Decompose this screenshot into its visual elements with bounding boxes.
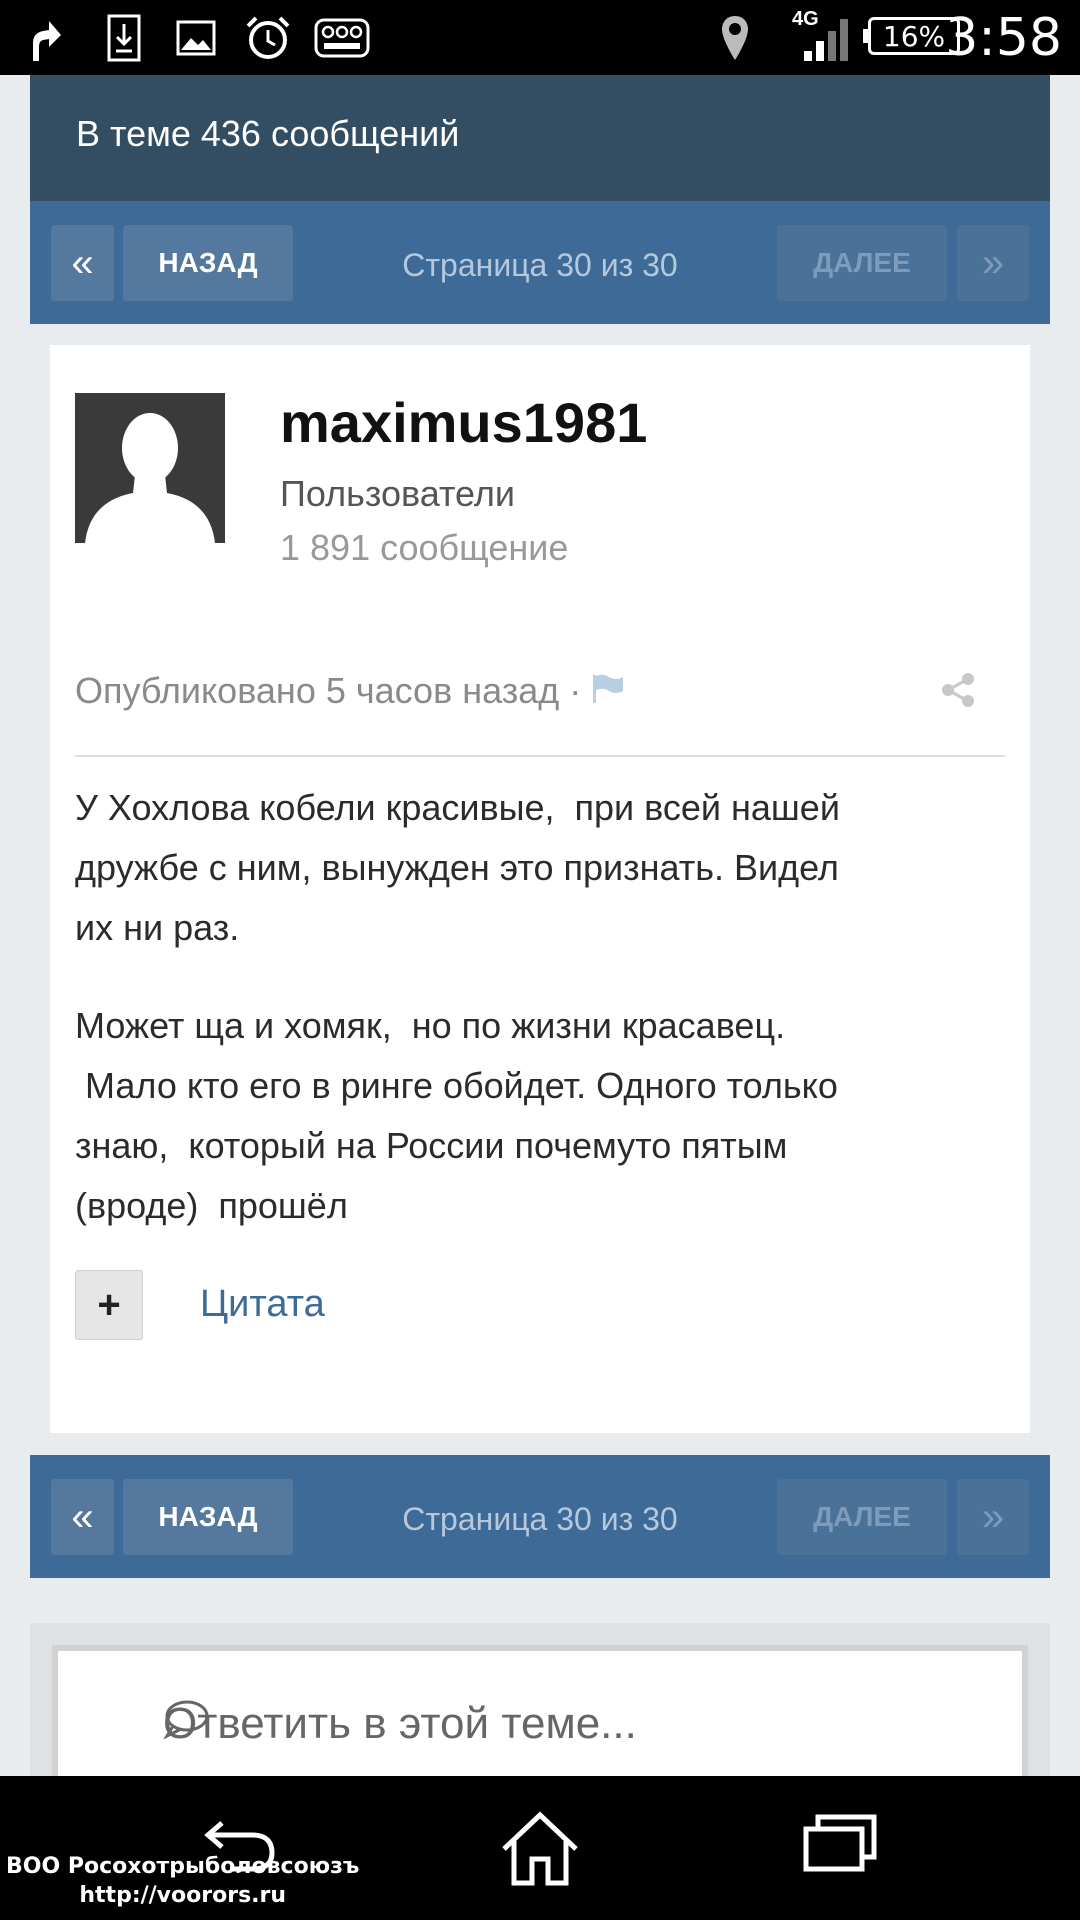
watermark: ВОО Росохотрыболовсоюзъ http://voorors.r… (6, 1852, 359, 1910)
upvote-plus-button[interactable]: + (75, 1270, 143, 1340)
alarm-clock-icon (244, 10, 292, 65)
watermark-name: ВОО Росохотрыболовсоюзъ (6, 1854, 360, 1879)
next-button[interactable]: ДАЛЕЕ (777, 1479, 947, 1555)
recent-apps-icon[interactable] (802, 1811, 878, 1880)
post-date: Опубликовано 5 часов назад · (75, 670, 625, 712)
pager-bottom: « НАЗАД Страница 30 из 30 ДАЛЕЕ » (30, 1455, 1050, 1578)
share-icon[interactable] (940, 672, 976, 713)
post-card: maximus1981 Пользователи 1 891 сообщение… (50, 345, 1030, 1433)
watermark-url: http://voorors.ru (79, 1883, 287, 1908)
user-group: Пользователи (280, 473, 515, 514)
report-flag-icon[interactable] (591, 670, 625, 712)
toy-blast-icon (314, 10, 370, 65)
upload-arrow-icon (28, 10, 64, 65)
image-icon (176, 10, 216, 65)
reply-placeholder: Ответить в этой теме... (163, 1699, 637, 1748)
status-bar: 4G 16% 3:58 (0, 0, 1080, 75)
battery-level: 16% (882, 19, 946, 53)
avatar[interactable] (75, 393, 225, 543)
next-button[interactable]: ДАЛЕЕ (777, 225, 947, 301)
topic-post-count: В теме 436 сообщений (76, 113, 460, 154)
download-file-icon (106, 10, 142, 65)
pager-top: « НАЗАД Страница 30 из 30 ДАЛЕЕ » (30, 201, 1050, 324)
user-post-count: 1 891 сообщение (280, 527, 569, 568)
topic-header: В теме 436 сообщений (30, 75, 1050, 201)
location-pin-icon (720, 10, 750, 65)
quote-link[interactable]: Цитата (200, 1283, 325, 1326)
signal-icon: 4G (790, 8, 850, 65)
home-nav-icon[interactable] (498, 1811, 582, 1892)
last-page-button[interactable]: » (957, 225, 1029, 301)
post-author[interactable]: maximus1981 (280, 390, 647, 455)
post-paragraph-2: Может ща и хомяк, но по жизни красавец. … (75, 1005, 838, 1226)
published-text: Опубликовано 5 часов назад · (75, 670, 582, 711)
network-type: 4G (792, 8, 819, 30)
topic-page: В теме 436 сообщений « НАЗАД Страница 30… (30, 75, 1050, 1845)
post-divider (75, 755, 1005, 757)
last-page-button[interactable]: » (957, 1479, 1029, 1555)
clock: 3:58 (945, 8, 1062, 68)
post-paragraph-1: У Хохлова кобели красивые, при всей наше… (75, 787, 840, 948)
